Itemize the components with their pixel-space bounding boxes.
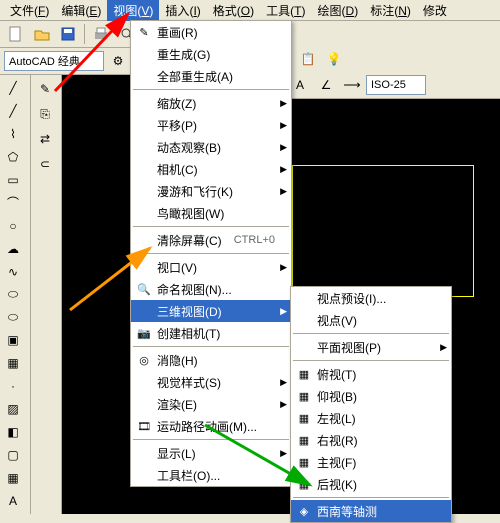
- menu-tools[interactable]: 工具(T): [260, 0, 311, 21]
- open-icon[interactable]: [30, 22, 54, 46]
- hatch-icon[interactable]: ▨: [2, 398, 24, 420]
- save-icon[interactable]: [56, 22, 80, 46]
- polyline-icon[interactable]: ⌇: [2, 123, 24, 145]
- view-menu-item[interactable]: ◎消隐(H): [131, 349, 291, 371]
- menu-file[interactable]: 文件(F): [4, 0, 55, 21]
- view-menu-item[interactable]: 漫游和飞行(K)▶: [131, 180, 291, 202]
- point-icon[interactable]: ·: [2, 375, 24, 397]
- 3dview-submenu-item[interactable]: ▦俯视(T): [291, 363, 451, 385]
- workspace-select[interactable]: AutoCAD 经典: [4, 51, 104, 71]
- layer-icon[interactable]: 📋: [296, 47, 320, 71]
- view-menu-item[interactable]: 🔍命名视图(N)...: [131, 278, 291, 300]
- menu-view[interactable]: 视图(V): [107, 0, 159, 21]
- spline-icon[interactable]: ∿: [2, 261, 24, 283]
- 3dview-submenu-item[interactable]: 视点预设(I)...: [291, 287, 451, 309]
- view-menu-item[interactable]: 📷创建相机(T): [131, 322, 291, 344]
- view-menu-item[interactable]: 缩放(Z)▶: [131, 92, 291, 114]
- new-icon[interactable]: [4, 22, 28, 46]
- view-menu-item[interactable]: 🎞运动路径动画(M)...: [131, 415, 291, 437]
- polygon-icon[interactable]: ⬠: [2, 146, 24, 168]
- table-icon[interactable]: ▦: [2, 467, 24, 489]
- mtext-icon[interactable]: A: [2, 490, 24, 512]
- view-dropdown: ✎重画(R)重生成(G)全部重生成(A) 缩放(Z)▶平移(P)▶动态观察(B)▶…: [130, 20, 292, 487]
- 3dview-submenu-item[interactable]: ▦左视(L): [291, 407, 451, 429]
- gear-icon[interactable]: ⚙: [106, 49, 130, 73]
- insert-block-icon[interactable]: ▣: [2, 329, 24, 351]
- menu-insert[interactable]: 插入(I): [159, 0, 206, 21]
- dim-continue-icon[interactable]: ⟶: [340, 73, 364, 97]
- view-menu-item[interactable]: 渲染(E)▶: [131, 393, 291, 415]
- erase-icon[interactable]: ✎: [33, 77, 57, 101]
- line-icon[interactable]: ╱: [2, 77, 24, 99]
- 3dview-submenu-item[interactable]: ◈西南等轴测: [291, 500, 451, 522]
- print-icon[interactable]: [89, 22, 113, 46]
- copy-icon[interactable]: ⎘: [33, 102, 57, 126]
- view-menu-item[interactable]: 重生成(G): [131, 43, 291, 65]
- make-block-icon[interactable]: ▦: [2, 352, 24, 374]
- view-menu-item[interactable]: 全部重生成(A): [131, 65, 291, 87]
- view-menu-item[interactable]: 视口(V)▶: [131, 256, 291, 278]
- revcloud-icon[interactable]: ☁: [2, 238, 24, 260]
- dimstyle-select[interactable]: ISO-25: [366, 75, 426, 95]
- xline-icon[interactable]: ╱: [2, 100, 24, 122]
- view-menu-item[interactable]: 工具栏(O)...: [131, 464, 291, 486]
- region-icon[interactable]: ▢: [2, 444, 24, 466]
- circle-icon[interactable]: ○: [2, 215, 24, 237]
- 3dview-submenu-item[interactable]: 视点(V): [291, 309, 451, 331]
- menu-draw[interactable]: 绘图(D): [312, 0, 365, 21]
- ellipse-arc-icon[interactable]: ⬭: [2, 307, 24, 329]
- 3dview-submenu-item[interactable]: ▦右视(R): [291, 429, 451, 451]
- menu-modify[interactable]: 修改: [417, 0, 453, 21]
- menu-edit[interactable]: 编辑(E): [55, 0, 107, 21]
- view-menu-item[interactable]: ✎重画(R): [131, 21, 291, 43]
- arc-icon[interactable]: ⌒: [2, 192, 24, 214]
- view-menu-item[interactable]: 视觉样式(S)▶: [131, 371, 291, 393]
- view-menu-item[interactable]: 显示(L)▶: [131, 442, 291, 464]
- 3dview-submenu-item[interactable]: ▦主视(F): [291, 451, 451, 473]
- menu-format[interactable]: 格式(O): [207, 0, 260, 21]
- ellipse-icon[interactable]: ⬭: [2, 284, 24, 306]
- bulb-icon[interactable]: 💡: [322, 47, 346, 71]
- view-menu-item[interactable]: 动态观察(B)▶: [131, 136, 291, 158]
- offset-icon[interactable]: ⊂: [33, 152, 57, 176]
- 3dview-submenu-item[interactable]: ▦仰视(B): [291, 385, 451, 407]
- 3dview-submenu-item[interactable]: ▦后视(K): [291, 473, 451, 495]
- view-menu-item[interactable]: 清除屏幕(C)CTRL+0: [131, 229, 291, 251]
- dim-angle-icon[interactable]: ∠: [314, 73, 338, 97]
- mirror-icon[interactable]: ⇄: [33, 127, 57, 151]
- modify-toolbar: ✎ ⎘ ⇄ ⊂: [31, 75, 62, 514]
- toolbar-layers: 📋 💡: [291, 46, 500, 73]
- menu-dimension[interactable]: 标注(N): [364, 0, 417, 21]
- view-menu-item[interactable]: 平移(P)▶: [131, 114, 291, 136]
- 3dviews-submenu: 视点预设(I)...视点(V) 平面视图(P)▶ ▦俯视(T)▦仰视(B)▦左视(L…: [290, 286, 452, 523]
- draw-toolbar: ╱ ╱ ⌇ ⬠ ▭ ⌒ ○ ☁ ∿ ⬭ ⬭ ▣ ▦ · ▨ ◧ ▢ ▦ A: [0, 75, 31, 514]
- menubar: 文件(F) 编辑(E) 视图(V) 插入(I) 格式(O) 工具(T) 绘图(D…: [0, 0, 500, 21]
- 3dview-submenu-item[interactable]: 平面视图(P)▶: [291, 336, 451, 358]
- view-menu-item[interactable]: 三维视图(D)▶: [131, 300, 291, 322]
- view-menu-item[interactable]: 鸟瞰视图(W): [131, 202, 291, 224]
- rectangle-icon[interactable]: ▭: [2, 169, 24, 191]
- gradient-icon[interactable]: ◧: [2, 421, 24, 443]
- view-menu-item[interactable]: 相机(C)▶: [131, 158, 291, 180]
